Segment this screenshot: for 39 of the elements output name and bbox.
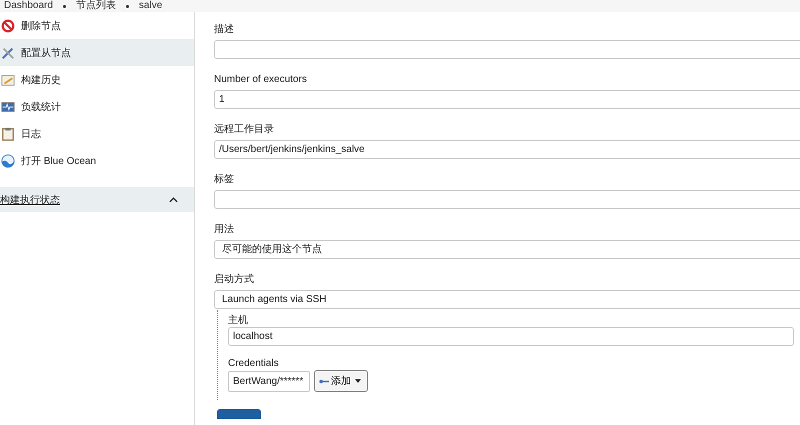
sidebar-item[interactable]: 负载统计 (0, 93, 194, 120)
breadcrumb-link[interactable]: Dashboard (4, 0, 53, 12)
prohibited-icon (1, 18, 15, 32)
sidebar-item[interactable]: 构建历史 (0, 66, 194, 93)
sidebar-item[interactable]: 配置从节点 (0, 39, 194, 66)
add-button[interactable]: 添加 (314, 370, 368, 392)
input-field[interactable] (214, 190, 800, 209)
credentials-select[interactable]: BertWang/****** (228, 370, 310, 392)
field-label: 用法 (214, 223, 235, 236)
notepad-pencil-icon (1, 72, 15, 86)
primary-button[interactable] (217, 409, 261, 419)
breadcrumb-separator-icon (126, 4, 129, 8)
sidebar-item[interactable]: 打开 Blue Ocean (0, 147, 194, 174)
input-field[interactable]: /Users/bert/jenkins/jenkins_salve (214, 140, 800, 159)
section-title: 构建执行状态 (0, 194, 60, 206)
sidebar-item[interactable]: 删除节点 (0, 12, 194, 39)
field-label: 远程工作目录 (214, 123, 275, 136)
key-icon (319, 378, 329, 384)
clipboard-icon (1, 126, 15, 140)
input-field[interactable]: 1 (214, 90, 800, 109)
field-label: Number of executors (214, 73, 308, 86)
input-field[interactable]: localhost (228, 327, 794, 346)
select-field[interactable]: 尽可能的使用这个节点 (214, 240, 800, 259)
wave-circle-icon (1, 154, 15, 168)
breadcrumb-separator-icon (62, 4, 66, 8)
breadcrumb-link[interactable]: 节点列表 (76, 0, 116, 12)
field-label: Credentials (228, 358, 279, 369)
chevron-icon (169, 196, 178, 202)
select-field[interactable]: Launch agents via SSH (214, 290, 800, 309)
field-label: 描述 (214, 23, 235, 36)
field-label: 启动方式 (214, 273, 255, 286)
input-field[interactable] (214, 40, 800, 59)
field-label: 标签 (214, 173, 235, 186)
sidebar-item[interactable]: 日志 (0, 120, 194, 147)
tools-icon (1, 46, 15, 60)
breadcrumb-link[interactable]: salve (138, 0, 162, 12)
caret-icon (355, 379, 361, 383)
section-header[interactable]: 构建执行状态 (0, 187, 194, 212)
field-label: 主机 (228, 315, 248, 326)
